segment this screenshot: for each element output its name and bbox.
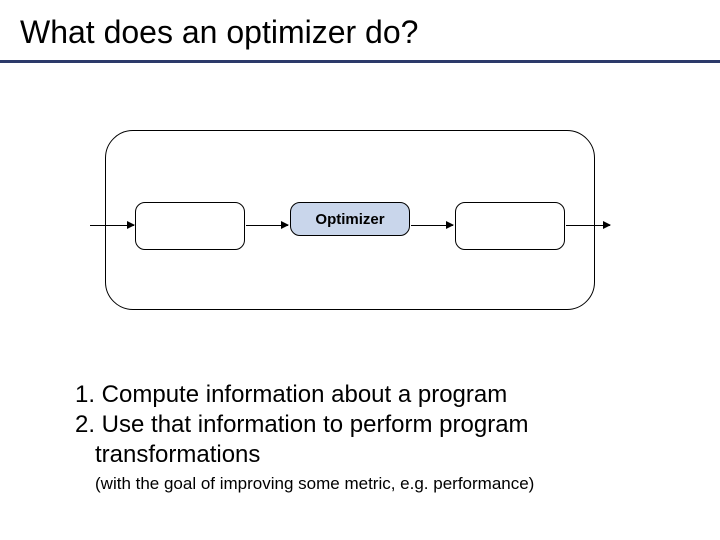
arrow-front-to-opt: [246, 225, 288, 226]
arrow-opt-to-back: [411, 225, 453, 226]
backend-box: [455, 202, 565, 250]
arrow-input: [90, 225, 134, 226]
sub-note: (with the goal of improving some metric,…: [95, 474, 660, 494]
title-underline: [0, 60, 720, 63]
optimizer-diagram: Optimizer: [90, 130, 610, 310]
bullet-2-line2: transformations: [75, 440, 660, 470]
bullet-1: 1. Compute information about a program: [75, 380, 660, 410]
bullet-list: 1. Compute information about a program 2…: [75, 380, 660, 470]
optimizer-label: Optimizer: [315, 211, 384, 228]
slide-title: What does an optimizer do?: [20, 14, 418, 51]
bullet-2-line1: 2. Use that information to perform progr…: [75, 410, 660, 440]
optimizer-box: Optimizer: [290, 202, 410, 236]
arrow-output: [566, 225, 610, 226]
frontend-box: [135, 202, 245, 250]
